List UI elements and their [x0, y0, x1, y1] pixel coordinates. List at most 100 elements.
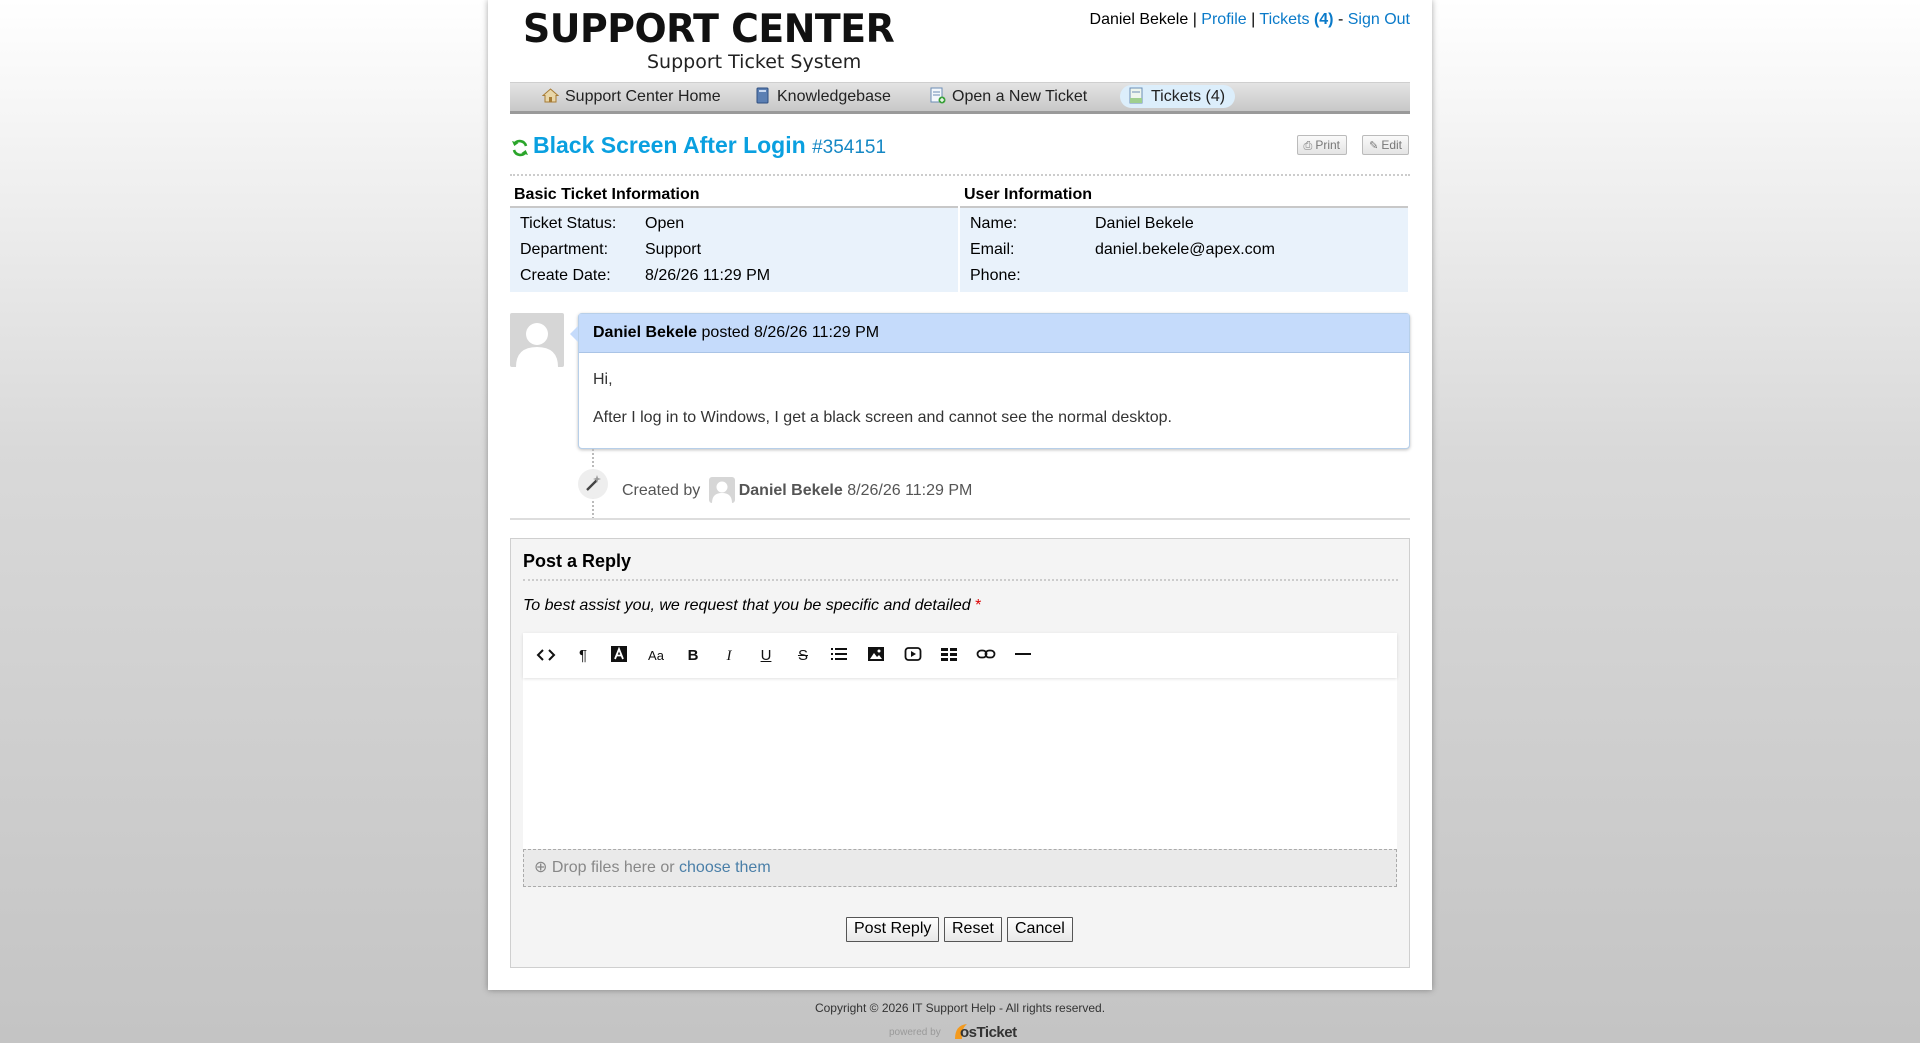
powered-by-text: powered by — [889, 1027, 941, 1038]
strikethrough-icon[interactable]: S — [790, 645, 816, 667]
event-prefix: Created by — [622, 482, 701, 499]
info-row-name: Name: Daniel Bekele — [960, 211, 1408, 237]
osticket-brand: osTicket — [960, 1024, 1017, 1041]
ticket-title[interactable]: Black Screen After Login #354151 — [533, 132, 886, 159]
file-drop-zone[interactable]: ⊕ Drop files here or choose them — [523, 849, 1397, 887]
basic-info-body: Ticket Status: Open Department: Support Cr… — [510, 208, 958, 292]
editor-toolbar: ¶ Aa B I U S — [523, 633, 1397, 678]
user-info-body: Name: Daniel Bekele Email: daniel.bekele@a… — [960, 208, 1408, 292]
basic-info-heading: Basic Ticket Information — [510, 185, 958, 208]
message-body: Hi, After I log in to Windows, I get a b… — [579, 353, 1409, 465]
info-label: Name: — [970, 215, 1018, 232]
print-icon: ⎙ — [1303, 140, 1313, 152]
message-header: Daniel Bekele posted 8/26/26 11:29 PM — [579, 314, 1409, 353]
tickets-count: (4) — [1313, 11, 1334, 28]
info-value: Support — [645, 241, 702, 258]
cancel-button[interactable]: Cancel — [1007, 917, 1073, 942]
info-row-department: Department: Support — [510, 237, 958, 263]
info-label: Ticket Status: — [520, 215, 617, 232]
logo-subtitle: Support Ticket System — [647, 51, 862, 73]
refresh-icon[interactable] — [510, 138, 530, 158]
info-value: Daniel Bekele — [1095, 215, 1194, 232]
powered-by-logo[interactable]: powered by osTicket — [889, 1021, 1029, 1043]
info-row-phone: Phone: — [960, 263, 1408, 289]
new-ticket-icon — [930, 87, 946, 104]
instructions-text: To best assist you, we request that you … — [523, 597, 971, 614]
divider — [510, 518, 1410, 520]
tickets-link[interactable]: Tickets (4) — [1259, 11, 1333, 28]
info-label: Department: — [520, 241, 609, 258]
footer-copyright: Copyright © 2026 IT Support Help - All r… — [814, 1001, 1106, 1015]
event-user: Daniel Bekele — [738, 482, 843, 499]
event-avatar — [708, 477, 735, 503]
user-avatar-icon — [516, 323, 558, 367]
text-color-icon[interactable] — [606, 645, 632, 667]
reply-heading: Post a Reply — [523, 551, 632, 571]
reply-instructions: To best assist you, we request that you … — [523, 597, 981, 615]
nav-tickets-label: Tickets (4) — [1151, 88, 1226, 105]
required-mark: * — [975, 597, 982, 614]
logo-title: SUPPORT CENTER — [523, 7, 895, 52]
underline-icon[interactable]: U — [753, 645, 779, 667]
video-icon[interactable] — [900, 645, 926, 667]
font-size-icon[interactable]: Aa — [643, 645, 669, 667]
user-info: User Information Name: Daniel Bekele Emai… — [960, 185, 1408, 292]
list-icon[interactable] — [826, 645, 852, 667]
message-line: After I log in to Windows, I get a black… — [593, 409, 1172, 426]
avatar — [510, 313, 564, 367]
paragraph-icon[interactable]: ¶ — [570, 645, 596, 667]
info-label: Email: — [970, 241, 1015, 258]
edit-button-label: Edit — [1381, 138, 1402, 152]
ticket-title-row: Black Screen After Login #354151 ⎙ Print … — [510, 132, 1410, 176]
main-nav: Support Center Home Knowledgebase Open a… — [510, 82, 1410, 114]
code-view-icon[interactable] — [533, 645, 559, 667]
tickets-icon — [1129, 87, 1143, 104]
image-icon[interactable] — [863, 645, 889, 667]
logo[interactable]: SUPPORT CENTER Support Ticket System — [523, 8, 895, 74]
event-time: 8/26/26 11:29 PM — [847, 482, 973, 499]
print-button[interactable]: ⎙ Print — [1296, 135, 1347, 155]
nav-knowledgebase-label: Knowledgebase — [777, 88, 891, 105]
info-row-status: Ticket Status: Open — [510, 211, 958, 237]
divider — [523, 579, 1398, 581]
bold-icon[interactable]: B — [680, 645, 706, 667]
nav-tickets[interactable]: Tickets (4) — [1120, 85, 1236, 108]
basic-ticket-info: Basic Ticket Information Ticket Status: O… — [510, 185, 958, 292]
horizontal-rule-icon[interactable] — [1010, 645, 1036, 667]
info-value: daniel.bekele@apex.com — [1095, 241, 1275, 258]
drop-text: Drop files here or — [551, 859, 675, 876]
link-icon[interactable] — [973, 645, 999, 667]
italic-icon[interactable]: I — [716, 645, 742, 667]
ticket-number: #354151 — [812, 137, 887, 158]
rich-text-editor[interactable]: ¶ Aa B I U S — [523, 633, 1397, 850]
info-row-create-date: Create Date: 8/26/26 11:29 PM — [510, 263, 958, 289]
wand-icon — [578, 469, 608, 499]
home-icon — [542, 88, 559, 103]
info-value: Open — [645, 215, 685, 232]
nav-support-home-label: Support Center Home — [565, 88, 721, 105]
reset-button[interactable]: Reset — [944, 917, 1002, 942]
nav-knowledgebase[interactable]: Knowledgebase — [746, 85, 901, 108]
info-row-email: Email: daniel.bekele@apex.com — [960, 237, 1408, 263]
edit-icon: ✎ — [1369, 140, 1379, 152]
nav-support-home[interactable]: Support Center Home — [534, 85, 731, 108]
sign-out-link[interactable]: Sign Out — [1348, 11, 1410, 28]
message-posted: posted 8/26/26 11:29 PM — [701, 324, 880, 341]
reply-form: Post a Reply To best assist you, we requ… — [510, 538, 1410, 968]
choose-files-link[interactable]: choose them — [679, 859, 771, 876]
info-label: Phone: — [970, 267, 1021, 284]
upload-icon: ⊕ — [534, 859, 548, 876]
print-button-label: Print — [1315, 138, 1340, 152]
book-icon — [756, 87, 769, 104]
info-value: 8/26/26 11:29 PM — [645, 267, 771, 284]
profile-link[interactable]: Profile — [1201, 11, 1246, 28]
nav-open-ticket[interactable]: Open a New Ticket — [921, 85, 1097, 108]
info-label: Create Date: — [520, 267, 611, 284]
post-reply-button[interactable]: Post Reply — [846, 917, 940, 942]
tickets-link-label: Tickets — [1259, 11, 1310, 28]
thread-message: Daniel Bekele posted 8/26/26 11:29 PM Hi… — [578, 313, 1410, 449]
table-icon[interactable] — [936, 645, 962, 667]
message-line: Hi, — [593, 371, 613, 388]
edit-button[interactable]: ✎ Edit — [1362, 135, 1409, 155]
event-text: Created by Daniel Bekele 8/26/26 11:29 P… — [622, 477, 972, 503]
